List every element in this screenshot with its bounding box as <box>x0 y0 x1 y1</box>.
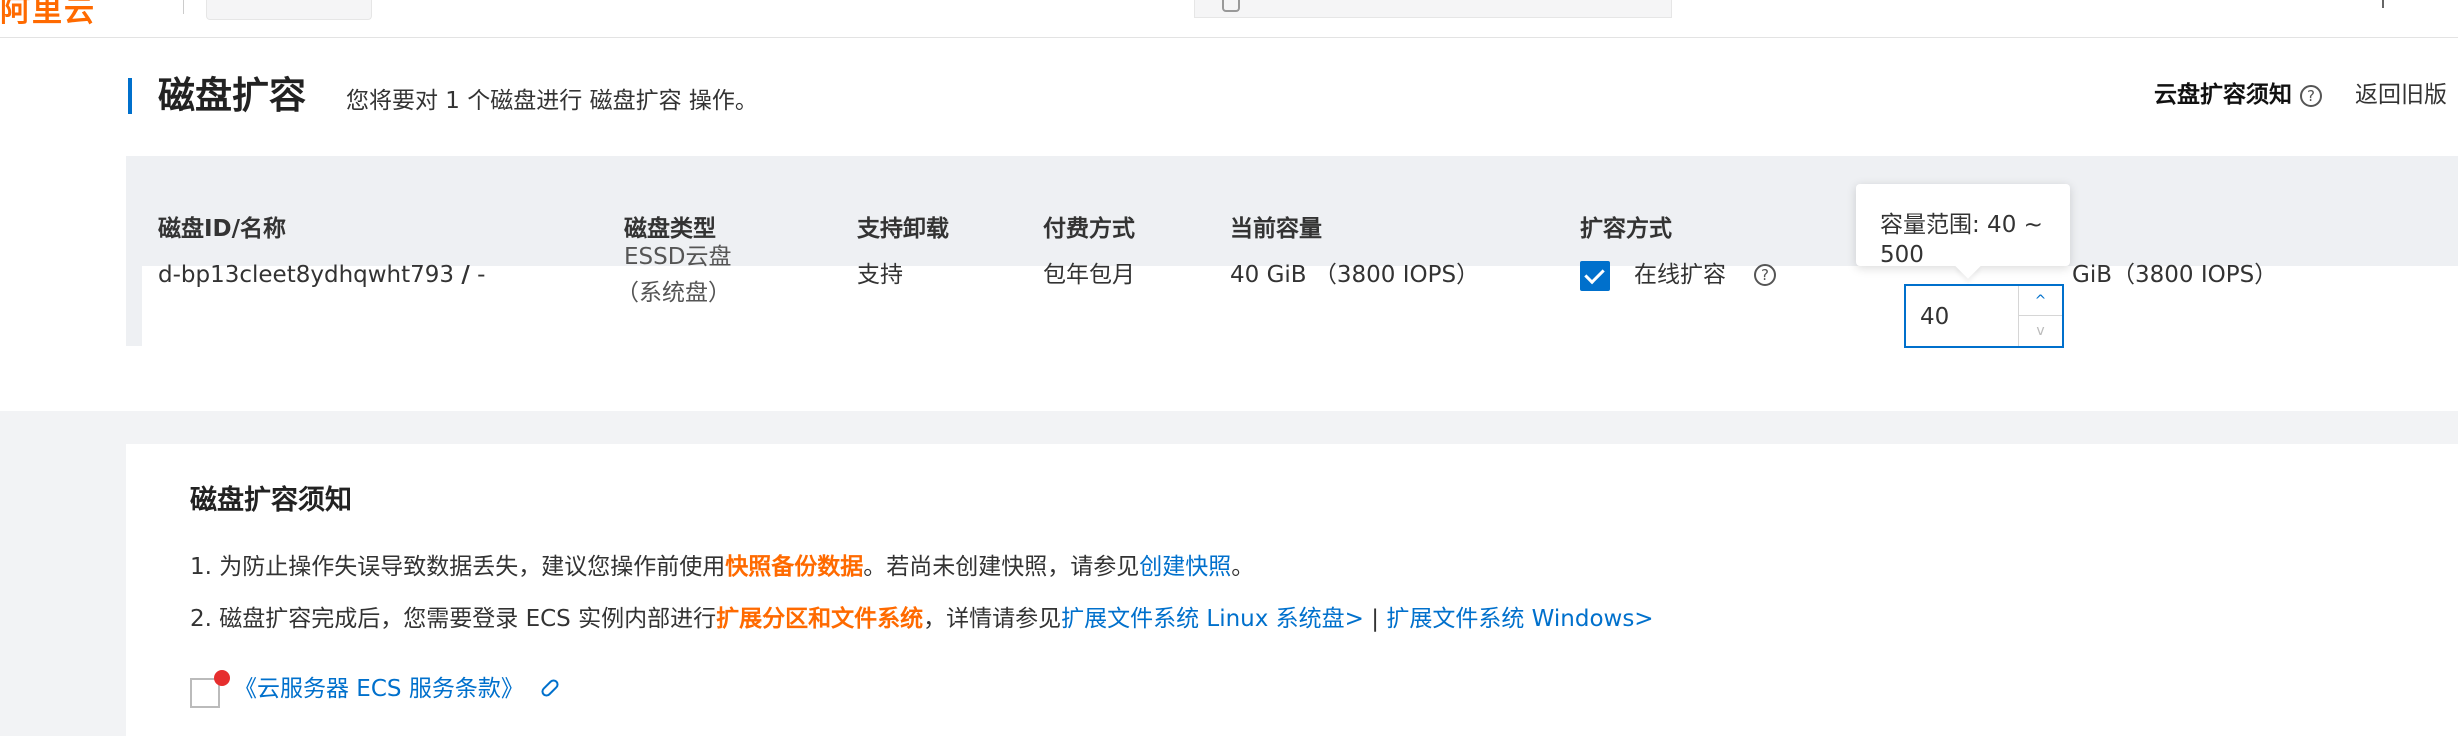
ecs-terms-label: 《云服务器 ECS 服务条款》 <box>234 676 524 702</box>
notice-title: 磁盘扩容须知 <box>190 485 352 516</box>
page-title: 磁盘扩容 <box>158 74 306 117</box>
expand-partition-highlight: 扩展分区和文件系统 <box>716 606 924 632</box>
snapshot-backup-highlight: 快照备份数据 <box>725 554 864 580</box>
disk-id-cell: d-bp13cleet8ydhqwht793 / - <box>158 260 485 290</box>
column-header-current-capacity: 当前容量 <box>1230 216 1322 242</box>
notice-line-2-prefix: 2. 磁盘扩容完成后，您需要登录 ECS 实例内部进行 <box>190 606 717 632</box>
notice-link-label: 云盘扩容须知 <box>2154 82 2292 108</box>
notice-line-1-middle: 。若尚未创建快照，请参见 <box>863 554 1140 580</box>
page-subtitle: 您将要对 1 个磁盘进行 磁盘扩容 操作。 <box>346 88 758 114</box>
current-capacity-cell: 40 GiB （3800 IOPS） <box>1230 262 1480 288</box>
notice-link-separator: | <box>1363 606 1387 632</box>
search-icon <box>1222 0 1240 12</box>
brand-logo[interactable]: 阿里云 <box>0 0 96 30</box>
column-header-billing: 付费方式 <box>1043 216 1135 242</box>
title-accent-bar <box>128 78 132 114</box>
expand-fs-linux-link[interactable]: 扩展文件系统 Linux 系统盘> <box>1061 606 1364 632</box>
column-header-expand-method: 扩容方式 <box>1580 216 1672 242</box>
column-header-detachable: 支持卸载 <box>857 216 949 242</box>
notice-line-2: 2. 磁盘扩容完成后，您需要登录 ECS 实例内部进行扩展分区和文件系统，详情请… <box>190 604 1654 634</box>
create-snapshot-link[interactable]: 创建快照 <box>1139 554 1231 580</box>
nav-divider <box>183 0 184 14</box>
capacity-range-tooltip: 容量范围: 40 ~ 500 <box>1856 184 2070 268</box>
notice-line-1: 1. 为防止操作失误导致数据丢失，建议您操作前使用快照备份数据。若尚未创建快照，… <box>190 552 1254 582</box>
expand-disk-panel: 磁盘扩容 您将要对 1 个磁盘进行 磁盘扩容 操作。 云盘扩容须知? 返回旧版 … <box>0 38 2458 411</box>
online-expand-label: 在线扩容 <box>1634 262 1726 288</box>
notice-line-1-prefix: 1. 为防止操作失误导致数据丢失，建议您操作前使用 <box>190 554 726 580</box>
nav-workbench-selector[interactable] <box>206 0 372 20</box>
notice-line-1-suffix: 。 <box>1231 554 1255 580</box>
expand-notice-panel: 磁盘扩容须知 1. 为防止操作失误导致数据丢失，建议您操作前使用快照备份数据。若… <box>126 444 2458 736</box>
stepper-buttons: ^ v <box>2018 286 2062 346</box>
disk-expand-notice-link[interactable]: 云盘扩容须知? <box>2154 80 2322 110</box>
online-expand-checkbox[interactable] <box>1580 261 1610 291</box>
top-navigation-bar: 阿里云 <box>0 0 2458 38</box>
global-search-input[interactable] <box>1194 0 1672 18</box>
column-header-disk-id: 磁盘ID/名称 <box>158 216 287 242</box>
disk-table: 磁盘ID/名称 磁盘类型 支持卸载 付费方式 当前容量 扩容方式 <box>126 156 2458 372</box>
new-capacity-suffix: GiB（3800 IOPS） <box>2072 262 2278 288</box>
nav-menu-icon[interactable] <box>2382 0 2384 8</box>
new-capacity-input[interactable]: 40 <box>1920 302 1949 332</box>
back-to-old-version-link[interactable]: 返回旧版 <box>2355 80 2447 110</box>
new-capacity-stepper[interactable]: 40 ^ v <box>1904 284 2064 348</box>
billing-cell: 包年包月 <box>1043 262 1135 288</box>
disk-type-line2: （系统盘） <box>616 280 731 306</box>
disk-type-line1: ESSD云盘 <box>624 244 732 270</box>
notice-line-2-middle: ，详情请参见 <box>923 606 1062 632</box>
expand-fs-windows-link[interactable]: 扩展文件系统 Windows> <box>1386 606 1653 632</box>
chevron-up-icon[interactable]: ^ <box>2019 286 2062 316</box>
help-circle-icon[interactable]: ? <box>2300 85 2322 107</box>
disk-name: - <box>477 262 486 288</box>
disk-id: d-bp13cleet8ydhqwht793 <box>158 262 455 288</box>
column-header-disk-type: 磁盘类型 <box>624 216 716 242</box>
required-indicator <box>214 670 230 686</box>
detachable-cell: 支持 <box>857 262 903 288</box>
disk-id-separator: / <box>461 262 470 288</box>
expand-method-help-icon[interactable]: ? <box>1754 264 1776 286</box>
ecs-terms-link[interactable]: 《云服务器 ECS 服务条款》 <box>234 674 561 704</box>
link-icon <box>539 677 561 699</box>
chevron-down-icon[interactable]: v <box>2019 316 2062 346</box>
